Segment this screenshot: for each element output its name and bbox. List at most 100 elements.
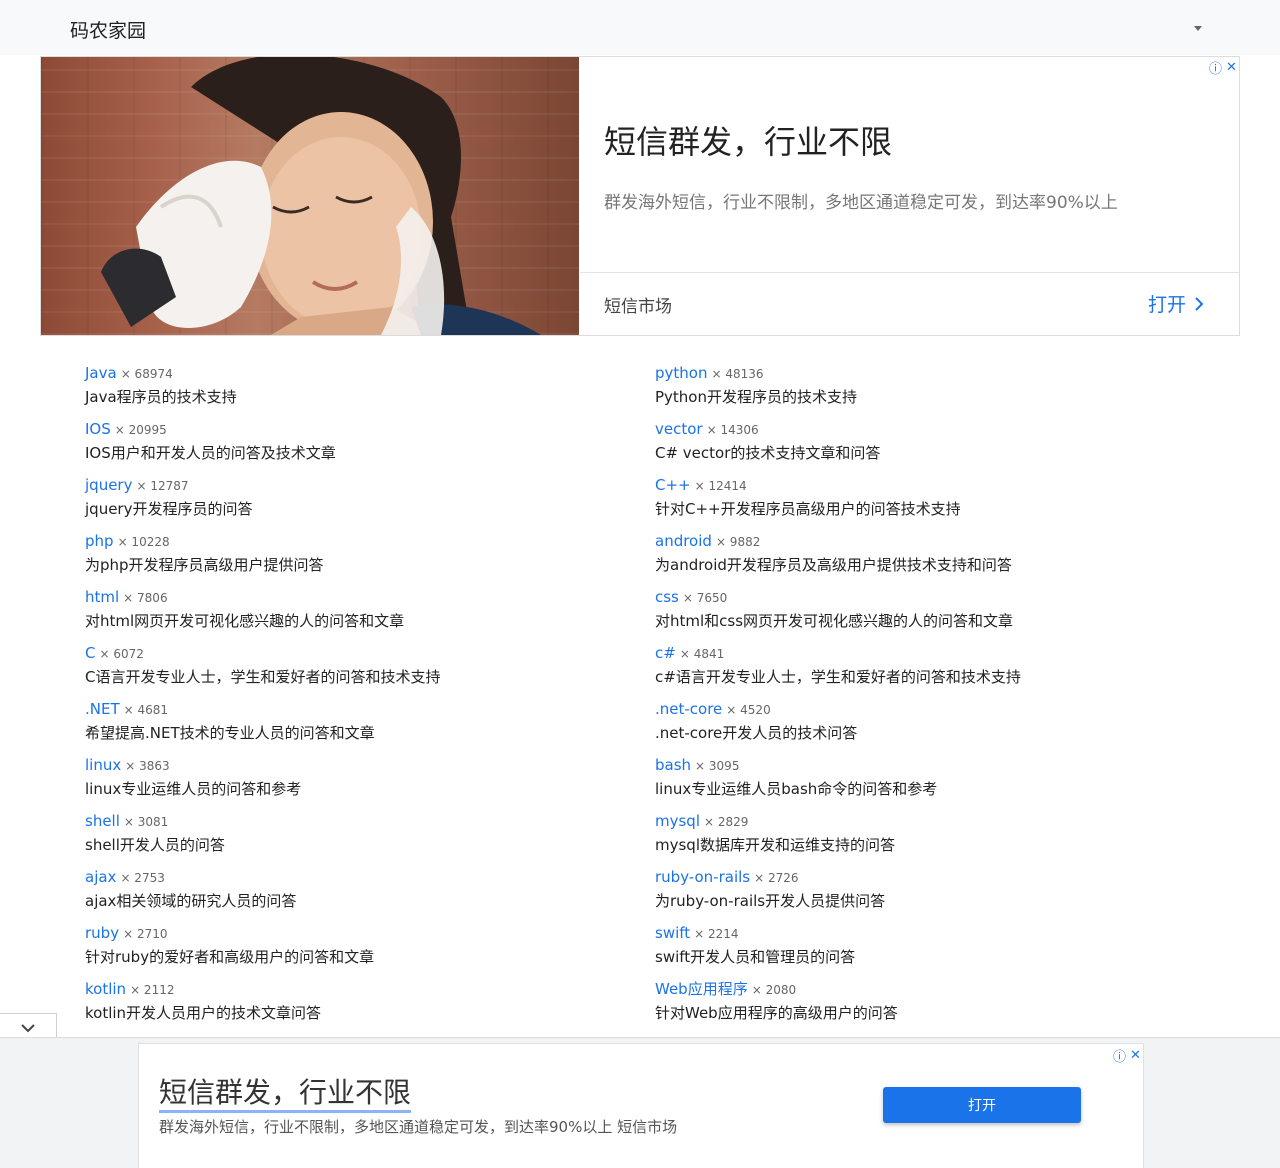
tag-description: Python开发程序员的技术支持 bbox=[655, 388, 857, 406]
tag-header: Java × 68974 bbox=[85, 362, 655, 385]
tag-link[interactable]: vector bbox=[655, 420, 703, 438]
tag-header: C++ × 12414 bbox=[655, 474, 1195, 497]
top-advertisement[interactable]: ⓘ ✕ 短信群发，行业不限 群发海外短信，行业不限制，多地区通道稳定可发，到达率… bbox=[40, 56, 1240, 336]
tag-header: ruby × 2710 bbox=[85, 922, 655, 945]
tag-link[interactable]: python bbox=[655, 364, 707, 382]
tag-header: swift × 2214 bbox=[655, 922, 1195, 945]
tag-item: c# × 4841 c#语言开发专业人士，学生和爱好者的问答和技术支持 bbox=[655, 642, 1195, 698]
tag-description: 为android开发程序员及高级用户提供技术支持和问答 bbox=[655, 556, 1012, 574]
tag-header: IOS × 20995 bbox=[85, 418, 655, 441]
tag-header: css × 7650 bbox=[655, 586, 1195, 609]
ad-divider bbox=[580, 272, 1239, 273]
info-icon[interactable]: ⓘ bbox=[1209, 58, 1222, 77]
tag-count: × 7650 bbox=[682, 591, 728, 605]
tag-link[interactable]: ruby-on-rails bbox=[655, 868, 750, 886]
top-navbar: 码农家园 bbox=[0, 0, 1280, 55]
tag-description: .net-core开发人员的技术问答 bbox=[655, 724, 858, 742]
tag-item: linux × 3863 linux专业运维人员的问答和参考 bbox=[85, 754, 655, 810]
tag-header: android × 9882 bbox=[655, 530, 1195, 553]
tag-count: × 12414 bbox=[694, 479, 747, 493]
woman-with-towel-image bbox=[101, 57, 541, 335]
tag-list: Java × 68974 Java程序员的技术支持 python × 48136 Pyth… bbox=[85, 362, 1195, 1034]
tag-link[interactable]: linux bbox=[85, 756, 121, 774]
tag-link[interactable]: kotlin bbox=[85, 980, 126, 998]
tag-link[interactable]: .NET bbox=[85, 700, 120, 718]
chevron-down-icon bbox=[21, 1024, 35, 1033]
tag-count: × 9882 bbox=[715, 535, 761, 549]
tag-count: × 2710 bbox=[123, 927, 168, 941]
ad-open-button[interactable]: 打开 bbox=[883, 1087, 1081, 1123]
info-icon[interactable]: ⓘ bbox=[1113, 1046, 1126, 1065]
tag-header: linux × 3863 bbox=[85, 754, 655, 777]
tag-item: .NET × 4681 希望提高.NET技术的专业人员的问答和文章 bbox=[85, 698, 655, 754]
ad-headline[interactable]: 短信群发，行业不限 bbox=[159, 1076, 412, 1113]
ad-choices-close[interactable]: ⓘ ✕ bbox=[1209, 58, 1237, 77]
tag-link[interactable]: php bbox=[85, 532, 114, 550]
ad-open-label: 打开 bbox=[1148, 294, 1187, 316]
navbar-dropdown-toggle[interactable] bbox=[1188, 20, 1208, 36]
tag-item: Java × 68974 Java程序员的技术支持 bbox=[85, 362, 655, 418]
close-icon[interactable]: ✕ bbox=[1130, 1048, 1141, 1063]
tag-count: × 12787 bbox=[136, 479, 189, 493]
tag-count: × 2214 bbox=[694, 927, 739, 941]
tag-header: jquery × 12787 bbox=[85, 474, 655, 497]
tag-link[interactable]: shell bbox=[85, 812, 120, 830]
tag-description: 对html网页开发可视化感兴趣的人的问答和文章 bbox=[85, 612, 405, 630]
tag-item: css × 7650 对html和css网页开发可视化感兴趣的人的问答和文章 bbox=[655, 586, 1195, 642]
tag-item: Web应用程序 × 2080 针对Web应用程序的高级用户的问答 bbox=[655, 978, 1195, 1034]
tag-link[interactable]: C++ bbox=[655, 476, 691, 494]
tag-item: vector × 14306 C# vector的技术支持文章和问答 bbox=[655, 418, 1195, 474]
tag-link[interactable]: swift bbox=[655, 924, 690, 942]
tag-count: × 3095 bbox=[695, 759, 740, 773]
tag-description: kotlin开发人员用户的技术文章问答 bbox=[85, 1004, 322, 1022]
tag-item: swift × 2214 swift开发人员和管理员的问答 bbox=[655, 922, 1195, 978]
site-brand[interactable]: 码农家园 bbox=[70, 16, 146, 43]
tag-link[interactable]: ruby bbox=[85, 924, 119, 942]
tag-link[interactable]: html bbox=[85, 588, 119, 606]
tag-count: × 14306 bbox=[706, 423, 759, 437]
tag-item: IOS × 20995 IOS用户和开发人员的问答及技术文章 bbox=[85, 418, 655, 474]
tag-count: × 10228 bbox=[117, 535, 170, 549]
tag-item: python × 48136 Python开发程序员的技术支持 bbox=[655, 362, 1195, 418]
tag-link[interactable]: c# bbox=[655, 644, 676, 662]
ad-description: 群发海外短信，行业不限制，多地区通道稳定可发，到达率90%以上 短信市场 bbox=[159, 1118, 678, 1136]
tag-link[interactable]: mysql bbox=[655, 812, 700, 830]
tag-item: ruby × 2710 针对ruby的爱好者和高级用户的问答和文章 bbox=[85, 922, 655, 978]
tag-count: × 2112 bbox=[130, 983, 175, 997]
tag-description: swift开发人员和管理员的问答 bbox=[655, 948, 856, 966]
tag-description: 针对Web应用程序的高级用户的问答 bbox=[655, 1004, 898, 1022]
ad-choices-close[interactable]: ⓘ ✕ bbox=[1113, 1046, 1141, 1065]
tag-link[interactable]: android bbox=[655, 532, 712, 550]
tag-item: php × 10228 为php开发程序员高级用户提供问答 bbox=[85, 530, 655, 586]
tag-link[interactable]: Web应用程序 bbox=[655, 980, 748, 998]
tag-link[interactable]: Java bbox=[85, 364, 117, 382]
tag-item: C++ × 12414 针对C++开发程序员高级用户的问答技术支持 bbox=[655, 474, 1195, 530]
tag-item: bash × 3095 linux专业运维人员bash命令的问答和参考 bbox=[655, 754, 1195, 810]
ad-headline[interactable]: 短信群发，行业不限 bbox=[604, 117, 892, 163]
tag-header: shell × 3081 bbox=[85, 810, 655, 833]
tag-link[interactable]: .net-core bbox=[655, 700, 722, 718]
tag-count: × 3863 bbox=[125, 759, 170, 773]
tag-description: 对html和css网页开发可视化感兴趣的人的问答和文章 bbox=[655, 612, 1014, 630]
tag-header: bash × 3095 bbox=[655, 754, 1195, 777]
close-icon[interactable]: ✕ bbox=[1226, 60, 1237, 75]
tag-count: × 7806 bbox=[123, 591, 168, 605]
ad-advertiser: 短信市场 bbox=[604, 297, 672, 317]
tag-link[interactable]: IOS bbox=[85, 420, 111, 438]
tag-link[interactable]: C bbox=[85, 644, 95, 662]
tag-count: × 20995 bbox=[114, 423, 167, 437]
tag-header: c# × 4841 bbox=[655, 642, 1195, 665]
tag-link[interactable]: bash bbox=[655, 756, 691, 774]
tag-header: html × 7806 bbox=[85, 586, 655, 609]
tag-count: × 6072 bbox=[99, 647, 144, 661]
ad-open-link[interactable]: 打开 bbox=[1148, 290, 1204, 317]
tag-count: × 48136 bbox=[711, 367, 764, 381]
tag-header: mysql × 2829 bbox=[655, 810, 1195, 833]
bottom-advertisement[interactable]: ⓘ ✕ 短信群发，行业不限 群发海外短信，行业不限制，多地区通道稳定可发，到达率… bbox=[138, 1043, 1144, 1168]
tag-header: .net-core × 4520 bbox=[655, 698, 1195, 721]
chevron-right-icon bbox=[1195, 296, 1204, 311]
tag-link[interactable]: ajax bbox=[85, 868, 116, 886]
ad-photo bbox=[41, 57, 579, 335]
tag-link[interactable]: css bbox=[655, 588, 679, 606]
tag-link[interactable]: jquery bbox=[85, 476, 132, 494]
